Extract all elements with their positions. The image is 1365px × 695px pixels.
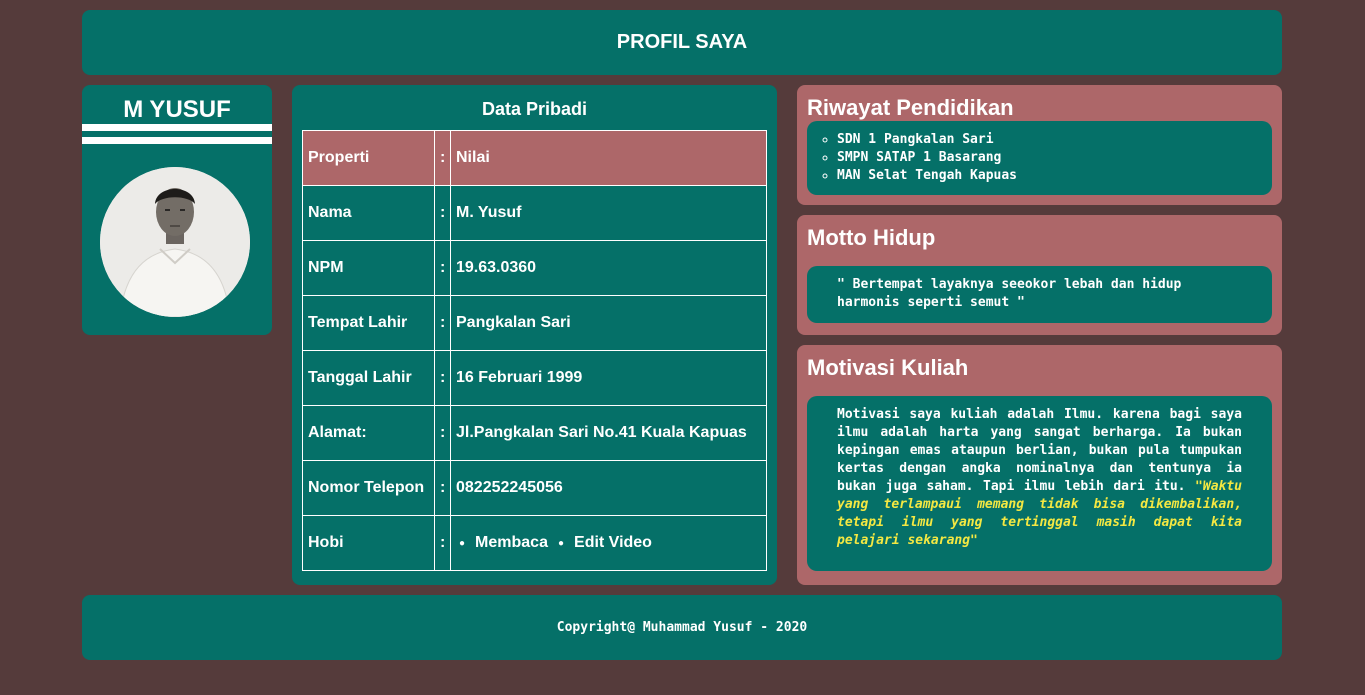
motto-text: " Bertempat layaknya seeokor lebah dan h…: [837, 277, 1182, 310]
profile-name: M YUSUF: [123, 96, 231, 123]
motto-box: " Bertempat layaknya seeokor lebah dan h…: [807, 266, 1272, 323]
pendidikan-card: Riwayat Pendidikan SDN 1 Pangkalan Sari …: [797, 85, 1282, 205]
data-pribadi-table: Properti : Nilai Nama : M. Yusuf NPM : 1…: [302, 130, 767, 571]
motivasi-box: Motivasi saya kuliah adalah Ilmu. karena…: [807, 396, 1272, 571]
row-value: Jl.Pangkalan Sari No.41 Kuala Kapuas: [450, 405, 767, 461]
row-value: 082252245056: [450, 460, 767, 516]
header-stripe: [82, 124, 272, 131]
header-stripe: [82, 137, 272, 144]
row-colon: :: [434, 185, 451, 241]
hobi-item: Membaca: [475, 534, 548, 551]
row-colon: :: [434, 240, 451, 296]
table-row: Nomor Telepon : 082252245056: [302, 460, 767, 516]
motivasi-title: Motivasi Kuliah: [807, 355, 969, 380]
row-property: Alamat:: [302, 405, 435, 461]
table-row-hobi: Hobi : ● Membaca ● Edit Video: [302, 515, 767, 571]
row-property: NPM: [302, 240, 435, 296]
data-pribadi-title: Data Pribadi: [481, 99, 588, 119]
person-photo-icon: [100, 167, 250, 317]
list-item: SDN 1 Pangkalan Sari: [837, 131, 1272, 149]
row-value: M. Yusuf: [450, 185, 767, 241]
table-row: NPM : 19.63.0360: [302, 240, 767, 296]
header-colon: :: [434, 130, 451, 186]
pendidikan-box: SDN 1 Pangkalan Sari SMPN SATAP 1 Basara…: [807, 121, 1272, 195]
hobi-item: Edit Video: [574, 534, 652, 551]
motivasi-card: Motivasi Kuliah Motivasi saya kuliah ada…: [797, 345, 1282, 585]
table-header-row: Properti : Nilai: [302, 130, 767, 186]
table-row: Tanggal Lahir : 16 Februari 1999: [302, 350, 767, 406]
pendidikan-list: SDN 1 Pangkalan Sari SMPN SATAP 1 Basara…: [807, 121, 1272, 185]
row-value: 19.63.0360: [450, 240, 767, 296]
row-property: Nomor Telepon: [302, 460, 435, 516]
row-colon: :: [434, 350, 451, 406]
row-property: Nama: [302, 185, 435, 241]
bullet-icon: ●: [557, 537, 565, 549]
avatar: [100, 167, 250, 317]
header-value: Nilai: [450, 130, 767, 186]
data-pribadi-panel: Data Pribadi Properti : Nilai Nama : M. …: [292, 85, 777, 585]
row-colon: :: [434, 515, 451, 571]
table-row: Alamat: : Jl.Pangkalan Sari No.41 Kuala …: [302, 405, 767, 461]
motivasi-text: Motivasi saya kuliah adalah Ilmu. karena…: [837, 407, 1242, 494]
row-colon: :: [434, 460, 451, 516]
profile-card: M YUSUF: [82, 85, 272, 335]
copyright-text: Copyright@ Muhammad Yusuf - 2020: [556, 620, 808, 635]
motto-card: Motto Hidup " Bertempat layaknya seeokor…: [797, 215, 1282, 335]
motivasi-paragraph: Motivasi saya kuliah adalah Ilmu. karena…: [807, 396, 1272, 560]
row-property: Tempat Lahir: [302, 295, 435, 351]
page-footer: Copyright@ Muhammad Yusuf - 2020: [82, 595, 1282, 660]
table-row: Tempat Lahir : Pangkalan Sari: [302, 295, 767, 351]
row-property: Hobi: [302, 515, 435, 571]
motto-title: Motto Hidup: [807, 225, 936, 250]
row-value: 16 Februari 1999: [450, 350, 767, 406]
page-title: PROFIL SAYA: [616, 31, 748, 53]
row-value: ● Membaca ● Edit Video: [450, 515, 767, 571]
hobi-list: ● Membaca ● Edit Video: [456, 534, 766, 552]
header-property: Properti: [302, 130, 435, 186]
table-row: Nama : M. Yusuf: [302, 185, 767, 241]
row-value: Pangkalan Sari: [450, 295, 767, 351]
row-property: Tanggal Lahir: [302, 350, 435, 406]
list-item: MAN Selat Tengah Kapuas: [837, 167, 1272, 185]
pendidikan-title: Riwayat Pendidikan: [807, 95, 1014, 120]
row-colon: :: [434, 295, 451, 351]
list-item: SMPN SATAP 1 Basarang: [837, 149, 1272, 167]
page-header: PROFIL SAYA: [82, 10, 1282, 75]
row-colon: :: [434, 405, 451, 461]
bullet-icon: ●: [459, 537, 466, 549]
